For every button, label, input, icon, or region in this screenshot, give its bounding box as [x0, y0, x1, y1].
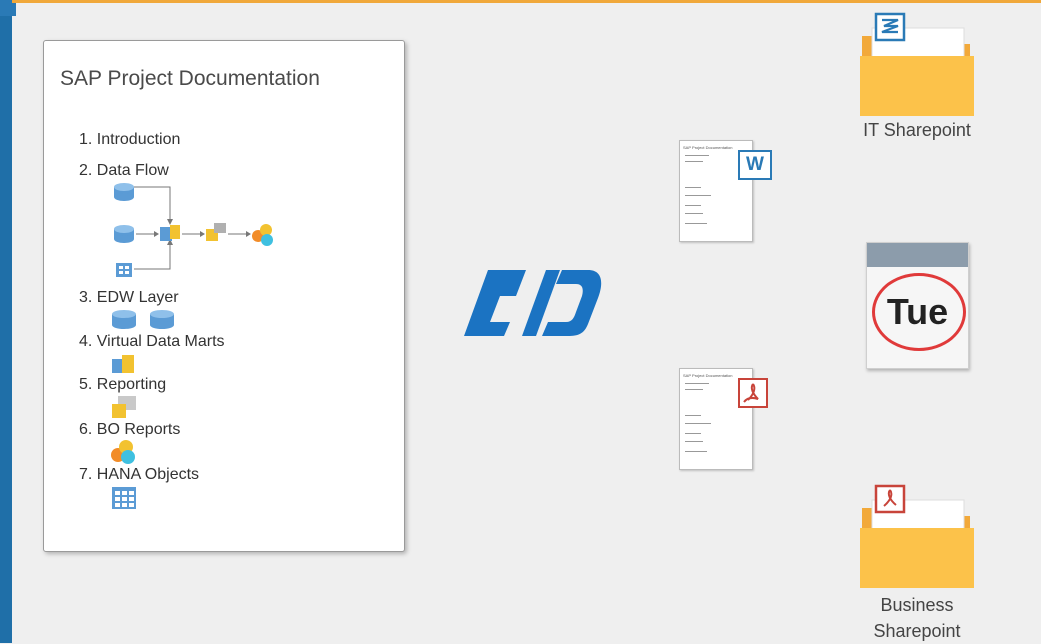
toc-item-reporting: 5. Reporting: [79, 376, 167, 393]
cube-icon: [206, 223, 226, 241]
bo-reports-icon: [111, 440, 135, 464]
virtual-data-mart-icon: [112, 355, 134, 373]
left-accent-bar: [0, 0, 12, 643]
business-sharepoint-label: Business Sharepoint: [842, 592, 992, 644]
word-badge-letter: W: [746, 154, 764, 175]
reporting-icon: [112, 396, 136, 418]
table-icon: [116, 263, 132, 277]
hana-objects-icon: [112, 487, 136, 509]
thumbnail-title: SAP Project Documentation: [683, 373, 733, 378]
word-icon: W: [738, 150, 772, 180]
bo-report-icon: [252, 224, 273, 246]
doc-title: SAP Project Documentation: [60, 67, 320, 90]
it-sharepoint-folder-icon: [860, 12, 974, 116]
thumbnail-title: SAP Project Documentation: [683, 145, 733, 150]
toc-item-introduction: 1. Introduction: [79, 131, 181, 148]
toc-item-hana-objects: 7. HANA Objects: [79, 466, 200, 483]
business-sharepoint-folder-icon: [860, 484, 974, 588]
toc-item-data-flow: 2. Data Flow: [79, 162, 169, 179]
it-sharepoint-label: IT Sharepoint: [863, 120, 971, 140]
database-icon: [114, 225, 134, 243]
data-flow-diagram: [114, 183, 273, 277]
calendar-icon: Tue: [866, 242, 969, 369]
company-logo-icon: [464, 270, 602, 336]
business-sharepoint-label-line2: Sharepoint: [873, 621, 961, 641]
calendar-day: Tue: [886, 291, 949, 332]
toc-item-virtual-data-marts: 4. Virtual Data Marts: [79, 333, 225, 350]
database-icon: [114, 183, 134, 201]
top-accent-line: [12, 0, 1041, 3]
pdf-icon: [738, 378, 768, 408]
calendar-header: [867, 243, 968, 267]
documentation-card: SAP Project Documentation 1. Introductio…: [43, 40, 405, 552]
business-sharepoint-label-line1: Business: [880, 595, 954, 615]
toc-item-bo-reports: 6. BO Reports: [79, 421, 181, 438]
hybrid-icon: [160, 225, 180, 241]
edw-database-icons: [112, 310, 174, 329]
toc-item-edw-layer: 3. EDW Layer: [79, 289, 179, 306]
